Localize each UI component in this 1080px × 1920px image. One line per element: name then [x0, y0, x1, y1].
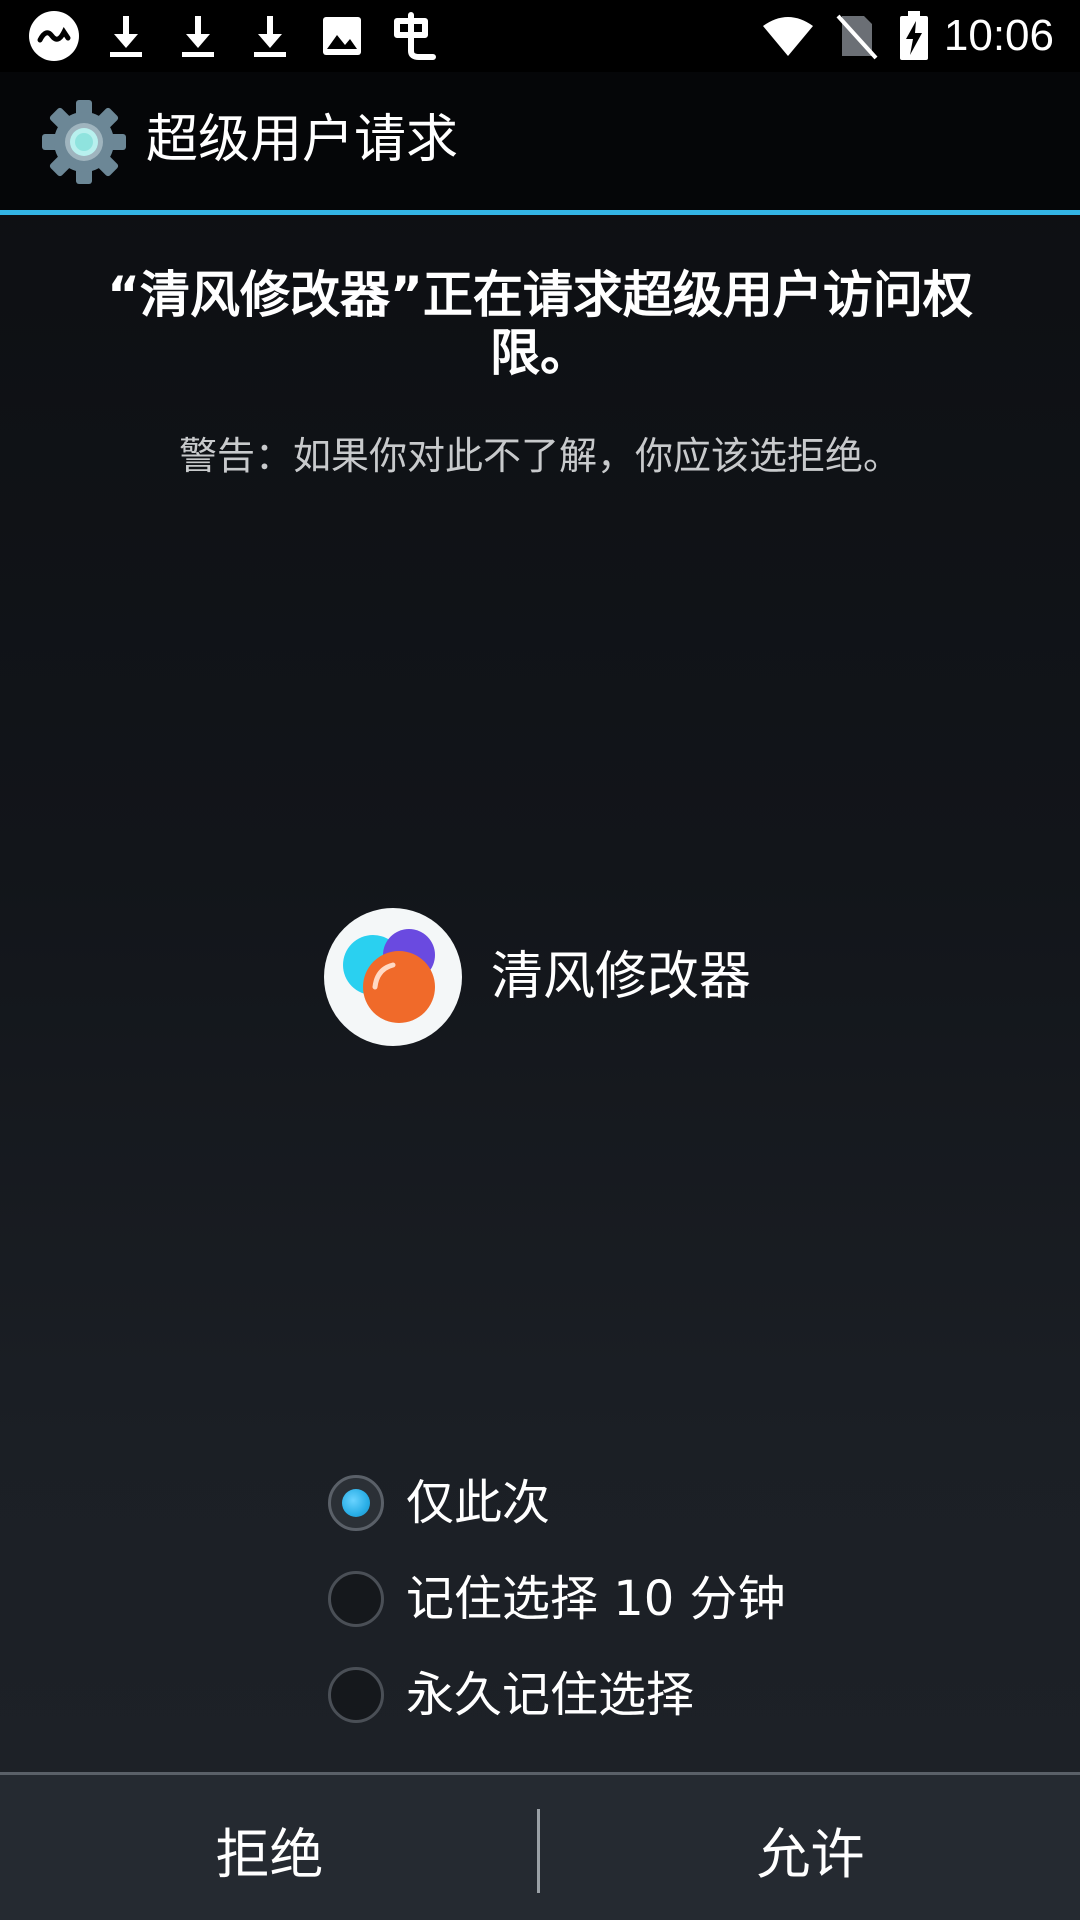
request-warning: 警告：如果你对此不了解，你应该选拒绝。	[178, 434, 901, 478]
dialog-title-bar: 超级用户请求	[0, 72, 1080, 210]
request-heading: “清风修改器”正在请求超级用户访问权限。	[107, 266, 973, 382]
battery-charging-icon	[896, 10, 932, 62]
status-time: 10:06	[943, 11, 1054, 60]
image-icon	[320, 10, 364, 62]
status-bar: 10:06	[0, 0, 1080, 72]
app-name: 清风修改器	[491, 947, 752, 1007]
wifi-icon	[760, 10, 816, 62]
radio-button[interactable]	[328, 1571, 384, 1627]
button-bar: 拒绝 允许	[0, 1772, 1080, 1920]
app-bubbles-icon	[323, 907, 463, 1047]
gear-icon	[40, 98, 128, 186]
requesting-app: 清风修改器	[323, 907, 751, 1047]
link-app-icon	[26, 10, 82, 62]
download-icon	[104, 10, 148, 62]
option-label: 记住选择 10 分钟	[406, 1571, 786, 1627]
radio-button[interactable]	[328, 1667, 384, 1723]
cloud-app-icon	[388, 10, 440, 62]
superuser-request-screen: 10:06 超级用户请求 “清风修改器”正在请求超级用户访问权限。 警告：如果你…	[0, 0, 1080, 1920]
download-icon	[248, 10, 292, 62]
allow-button[interactable]: 允许	[541, 1775, 1080, 1920]
download-icon	[176, 10, 220, 62]
option-label: 永久记住选择	[406, 1667, 695, 1723]
dialog-title: 超级用户请求	[146, 110, 459, 170]
button-divider	[537, 1809, 540, 1893]
remember-options: 仅此次 记住选择 10 分钟 永久记住选择	[328, 1455, 786, 1743]
option-once[interactable]: 仅此次	[328, 1455, 786, 1551]
option-label: 仅此次	[406, 1475, 551, 1531]
title-divider	[0, 210, 1080, 215]
option-remember-forever[interactable]: 永久记住选择	[328, 1647, 786, 1743]
deny-button[interactable]: 拒绝	[0, 1775, 539, 1920]
no-sim-icon	[832, 10, 880, 62]
option-remember-10-min[interactable]: 记住选择 10 分钟	[328, 1551, 786, 1647]
radio-button-checked[interactable]	[328, 1475, 384, 1531]
